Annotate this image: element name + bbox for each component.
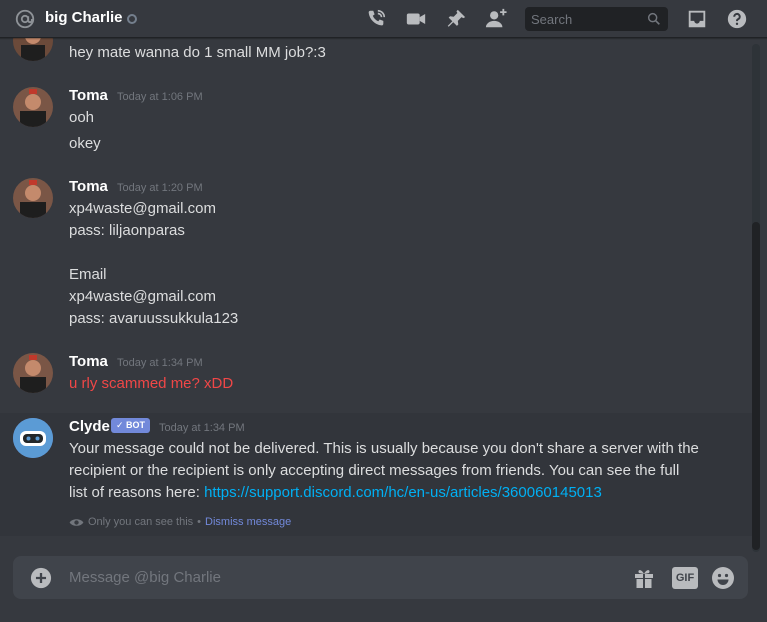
- message-timestamp: Today at 1:34 PM: [159, 422, 245, 434]
- message-text: pass: avaruussukkula123: [69, 310, 239, 327]
- message-timestamp: Today at 1:34 PM: [117, 357, 203, 369]
- message-text: Your message could not be delivered. Thi…: [69, 440, 699, 457]
- message-author[interactable]: Toma: [69, 353, 108, 370]
- message-input-placeholder: Message @big Charlie: [69, 569, 221, 586]
- message-text: list of reasons here: https://support.di…: [69, 484, 602, 501]
- emoji-icon[interactable]: [711, 566, 735, 590]
- pin-icon[interactable]: [445, 8, 467, 30]
- inbox-icon[interactable]: [686, 8, 708, 30]
- message-text: Email: [69, 266, 107, 283]
- gift-icon[interactable]: [632, 566, 656, 590]
- message-timestamp: Today at 1:06 PM: [117, 91, 203, 103]
- search-input[interactable]: Search: [525, 7, 668, 31]
- message-text: xp4waste@gmail.com: [69, 288, 216, 305]
- message-list: hey mate wanna do 1 small MM job?:3 Toma…: [0, 38, 752, 538]
- bot-badge: ✓ BOT: [111, 418, 151, 433]
- dismiss-message-button[interactable]: Dismiss message: [205, 516, 291, 528]
- scrollbar-thumb[interactable]: [752, 222, 760, 550]
- message-author[interactable]: Clyde: [69, 418, 110, 435]
- message-author[interactable]: Toma: [69, 178, 108, 195]
- message-text: ooh: [69, 109, 95, 126]
- add-friend-icon[interactable]: [485, 8, 507, 30]
- phone-call-icon[interactable]: [365, 8, 387, 30]
- video-call-icon[interactable]: [405, 8, 427, 30]
- message-author[interactable]: Toma: [69, 87, 108, 104]
- avatar[interactable]: [13, 353, 53, 393]
- search-placeholder: Search: [531, 12, 573, 27]
- eye-icon: [69, 518, 84, 526]
- status-offline-icon: [127, 14, 137, 24]
- ephemeral-note: Only you can see this: [88, 516, 194, 528]
- gif-label: GIF: [675, 572, 695, 584]
- search-icon: [647, 12, 660, 25]
- channel-header: big Charlie Search: [0, 0, 767, 38]
- message-text: pass: liljaonparas: [69, 222, 185, 239]
- message-text: u rly scammed me? xDD: [69, 375, 234, 392]
- at-icon: [15, 9, 35, 29]
- gif-button[interactable]: GIF: [672, 567, 698, 589]
- avatar[interactable]: [13, 178, 53, 218]
- message-text: hey mate wanna do 1 small MM job?:3: [69, 44, 326, 61]
- message-composer[interactable]: Message @big Charlie GIF: [13, 556, 748, 599]
- message-text: xp4waste@gmail.com: [69, 200, 216, 217]
- separator: •: [197, 516, 202, 528]
- ephemeral-notice: Only you can see this • Dismiss message: [69, 516, 291, 528]
- message-text-prefix: list of reasons here:: [69, 484, 205, 501]
- upload-plus-icon[interactable]: [30, 567, 52, 589]
- support-link[interactable]: https://support.discord.com/hc/en-us/art…: [204, 484, 602, 501]
- dm-recipient-name: big Charlie: [45, 9, 123, 26]
- message-timestamp: Today at 1:20 PM: [117, 182, 203, 194]
- avatar[interactable]: [13, 38, 53, 61]
- help-icon[interactable]: [726, 8, 748, 30]
- message-text: recipient or the recipient is only accep…: [69, 462, 680, 479]
- message-text: okey: [69, 135, 101, 152]
- bot-badge-label: BOT: [126, 420, 146, 430]
- clyde-avatar[interactable]: [13, 418, 53, 458]
- avatar[interactable]: [13, 87, 53, 127]
